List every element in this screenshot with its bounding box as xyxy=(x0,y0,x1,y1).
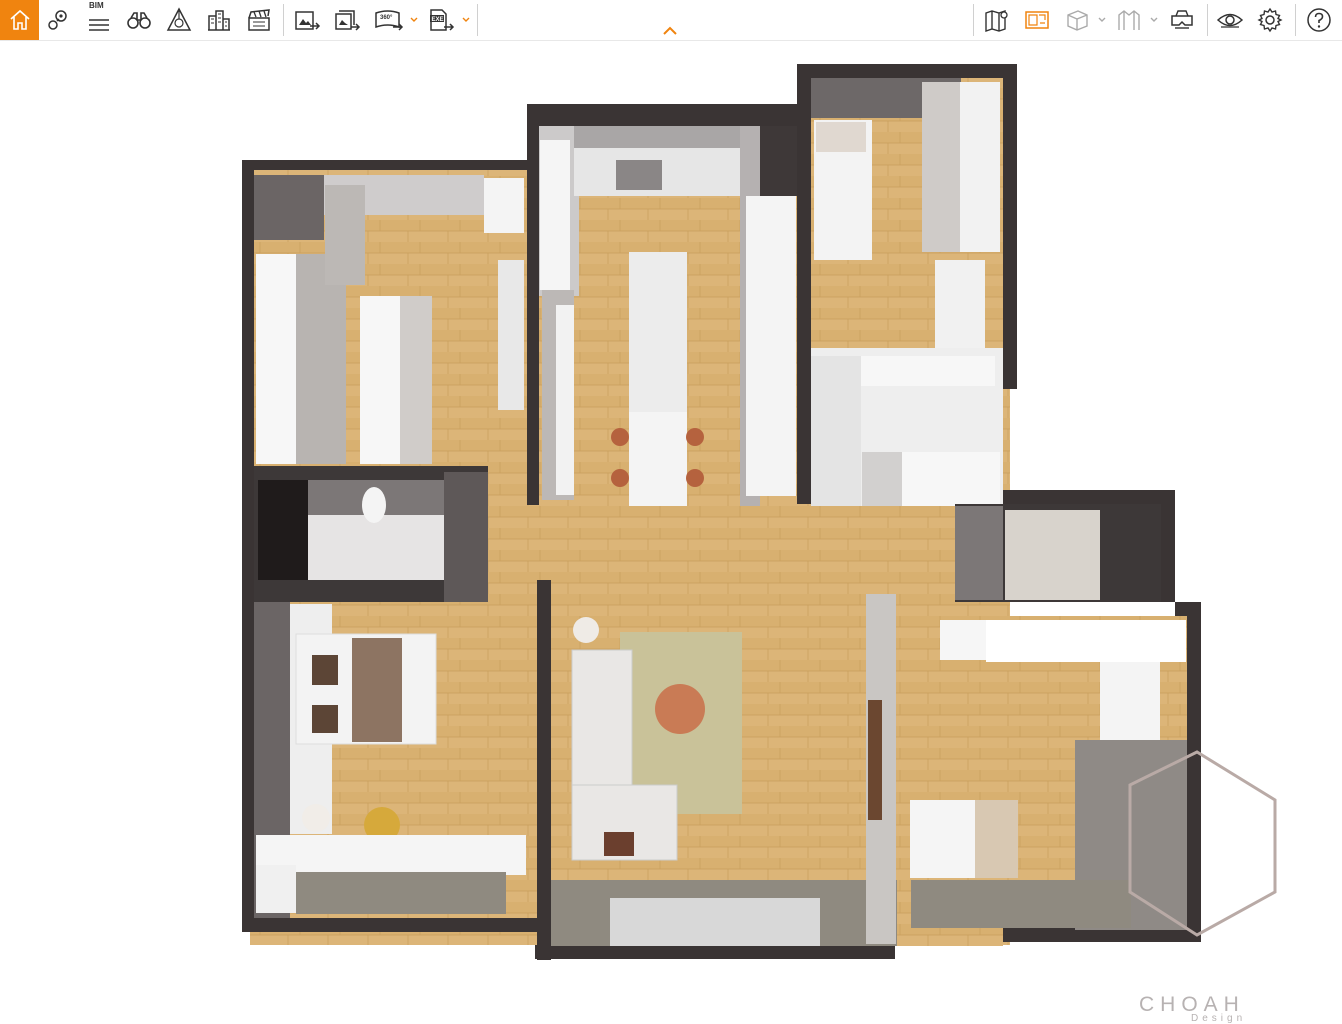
help-button[interactable] xyxy=(1304,2,1334,38)
home-button[interactable] xyxy=(0,0,39,40)
clapperboard-icon xyxy=(248,9,270,31)
binoculars-icon xyxy=(127,12,151,29)
animation-button[interactable] xyxy=(244,2,274,38)
bim-label: BIM xyxy=(89,1,104,10)
settings-button[interactable] xyxy=(1255,2,1285,38)
panorama-360-icon: 360° xyxy=(375,10,404,31)
floorplan-render[interactable] xyxy=(0,41,1342,996)
export-exe-icon: EXE xyxy=(430,9,455,31)
visibility-button[interactable] xyxy=(1215,2,1245,38)
export-batch-icon xyxy=(335,10,361,31)
section-button[interactable] xyxy=(1114,2,1144,38)
chevron-up-icon xyxy=(663,26,677,35)
toolbar-separator xyxy=(1295,4,1296,36)
map-icon xyxy=(985,10,1008,32)
vr-headset-icon xyxy=(1171,10,1193,29)
3d-view-button[interactable] xyxy=(1062,2,1092,38)
location-pin-icon xyxy=(48,10,67,30)
v360-label: 360° xyxy=(380,15,393,21)
toolbar-separator xyxy=(477,4,478,36)
map-button[interactable] xyxy=(982,2,1012,38)
pyramid-icon xyxy=(166,7,192,31)
section-dropdown[interactable] xyxy=(1148,2,1160,38)
export-360-dropdown[interactable] xyxy=(408,2,420,38)
location-button[interactable] xyxy=(44,2,74,38)
chevron-down-icon xyxy=(462,17,470,22)
home-icon xyxy=(9,9,30,30)
export-360-button[interactable]: 360° xyxy=(372,2,406,38)
export-image-button[interactable] xyxy=(292,2,322,38)
chevron-down-icon xyxy=(1098,17,1106,22)
help-icon xyxy=(1307,8,1331,32)
buildings-button[interactable] xyxy=(204,2,234,38)
brand-sub: Design xyxy=(1191,1013,1247,1024)
coffee-table xyxy=(655,684,705,734)
exe-label: EXE xyxy=(432,17,444,23)
toolbar-separator xyxy=(1207,4,1208,36)
buildings-icon xyxy=(208,10,230,31)
cube-icon xyxy=(1067,10,1088,31)
section-icon xyxy=(1118,10,1140,30)
brand-watermark: CHOAH Design xyxy=(1139,993,1279,1024)
chevron-down-icon xyxy=(410,17,418,22)
export-exe-button[interactable]: EXE xyxy=(426,2,456,38)
toolbar-separator xyxy=(283,4,284,36)
collapse-toolbar-button[interactable] xyxy=(660,24,680,38)
gear-icon xyxy=(1257,7,1283,33)
3d-viewport[interactable]: CHOAH Design xyxy=(0,41,1342,1024)
perspective-button[interactable] xyxy=(164,2,194,38)
bim-button[interactable]: BIM xyxy=(84,1,114,38)
bim-list-icon xyxy=(89,19,109,31)
floorplan-icon xyxy=(1025,11,1049,29)
floorplan-button[interactable] xyxy=(1022,2,1052,38)
eye-icon xyxy=(1216,13,1244,28)
walkthrough-button[interactable] xyxy=(124,2,154,38)
export-batch-button[interactable] xyxy=(332,2,362,38)
toolbar-separator xyxy=(973,4,974,36)
chevron-down-icon xyxy=(1150,17,1158,22)
3d-view-dropdown[interactable] xyxy=(1096,2,1108,38)
vr-button[interactable] xyxy=(1167,2,1197,38)
export-exe-dropdown[interactable] xyxy=(460,2,472,38)
export-image-icon xyxy=(295,11,321,30)
